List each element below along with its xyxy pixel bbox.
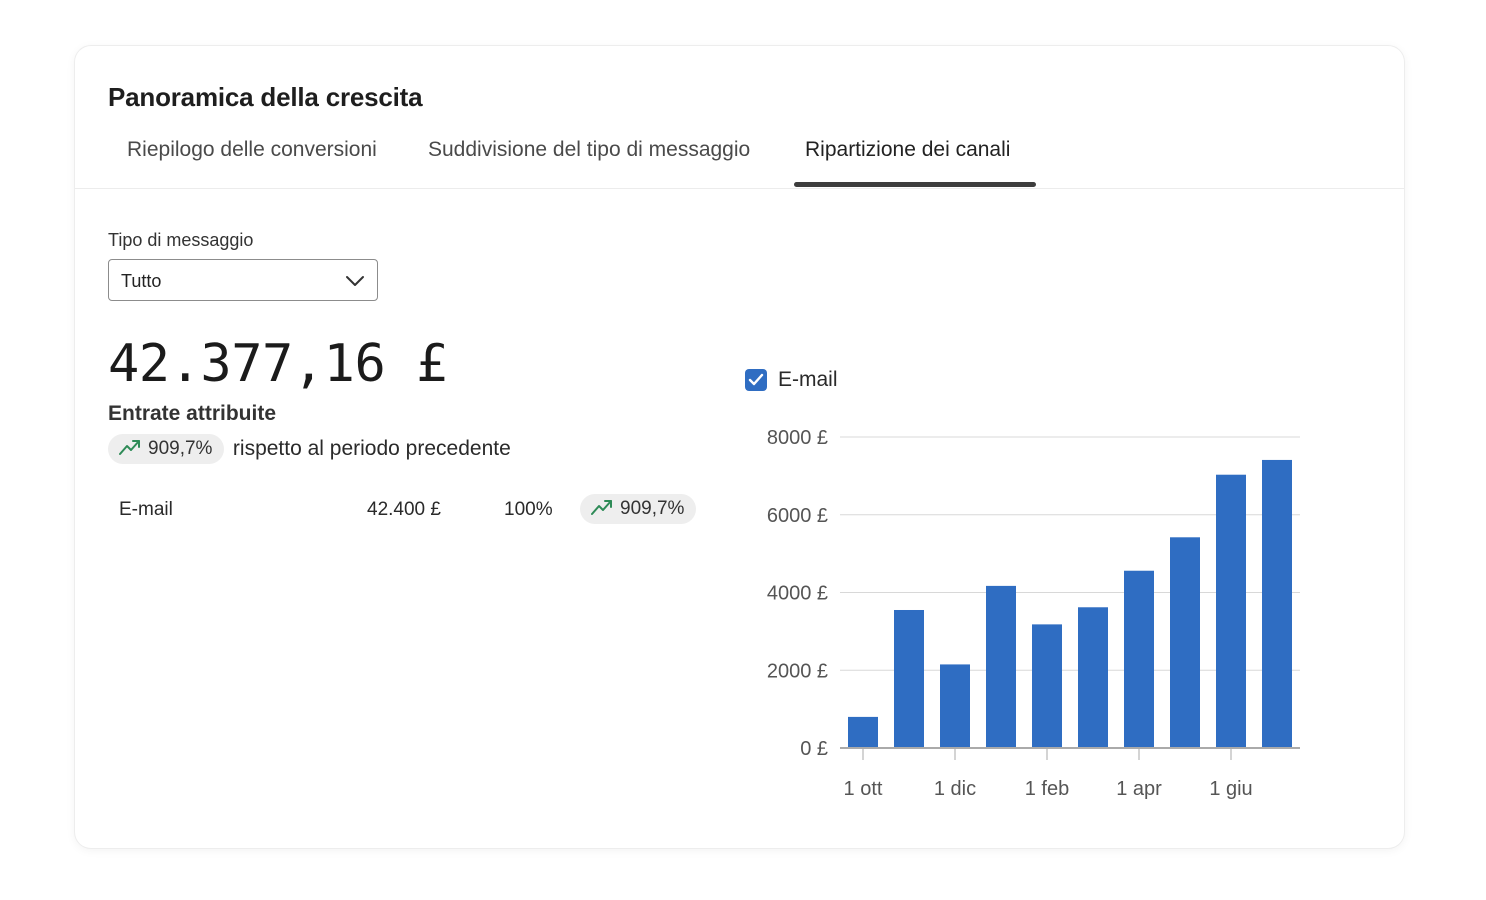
- message-type-selected-value: Tutto: [121, 271, 162, 291]
- change-value: 909,7%: [148, 438, 213, 459]
- bar-email: [1078, 607, 1108, 748]
- y-tick-label: 8000 £: [767, 427, 828, 449]
- bar-email: [848, 716, 878, 748]
- channel-revenue-bar-chart: 0 £ 2000 £ 4000 £ 6000 £ 8000 £ 1 ott 1 dic 1 f…: [767, 427, 1300, 800]
- active-tab-indicator: [794, 182, 1036, 187]
- y-tick-label: 0 £: [800, 738, 828, 760]
- trending-up-icon: [591, 499, 612, 515]
- channel-name: E-mail: [119, 499, 173, 520]
- bar-email: [940, 664, 970, 748]
- channel-amount: 42.400 £: [367, 499, 441, 520]
- bar-email: [1216, 474, 1246, 748]
- tab-message-type-breakdown[interactable]: Suddivisione del tipo di messaggio: [428, 132, 750, 188]
- x-tick-label: 1 apr: [1116, 778, 1162, 800]
- checkbox-checked-icon[interactable]: [745, 369, 767, 391]
- change-description: rispetto al periodo precedente: [232, 437, 511, 460]
- card-title: Panoramica della crescita: [108, 82, 423, 112]
- bar-email: [986, 585, 1016, 748]
- tab-bar: Riepilogo delle conversioni Suddivisione…: [75, 132, 1404, 189]
- message-type-label: Tipo di messaggio: [108, 230, 254, 250]
- y-tick-label: 2000 £: [767, 660, 828, 682]
- revenue-trend: 909,7% rispetto al periodo precedente: [108, 434, 511, 466]
- tab-conversions-summary[interactable]: Riepilogo delle conversioni: [127, 132, 377, 188]
- bar-email: [1124, 570, 1154, 748]
- y-tick-label: 6000 £: [767, 505, 828, 527]
- chevron-down-icon: [345, 272, 365, 290]
- x-tick-label: 1 feb: [1025, 778, 1069, 800]
- x-tick-label: 1 giu: [1209, 778, 1252, 800]
- tab-channel-breakdown[interactable]: Ripartizione dei canali: [805, 132, 1010, 188]
- channel-share: 100%: [504, 499, 553, 520]
- channel-change-value: 909,7%: [620, 498, 685, 519]
- growth-overview-card: Panoramica della crescita Riepilogo dell…: [75, 46, 1404, 848]
- x-tick-label: 1 dic: [934, 778, 976, 800]
- table-row: E-mail 42.400 £ 100% 909,7%: [108, 494, 708, 528]
- bar-email: [1170, 537, 1200, 748]
- bar-email: [1262, 459, 1292, 748]
- legend-label: E-mail: [778, 368, 838, 391]
- message-type-select[interactable]: Tutto: [108, 259, 378, 301]
- bar-email: [894, 609, 924, 748]
- attributed-revenue-value: 42.377,16 £: [108, 334, 447, 394]
- trending-up-icon: [119, 439, 140, 455]
- attributed-revenue-label: Entrate attribuite: [108, 402, 277, 425]
- change-badge: 909,7%: [108, 434, 225, 464]
- x-tick-label: 1 ott: [844, 778, 883, 800]
- channel-change-badge: 909,7%: [580, 494, 697, 524]
- bar-email: [1032, 624, 1062, 748]
- y-tick-label: 4000 £: [767, 583, 828, 605]
